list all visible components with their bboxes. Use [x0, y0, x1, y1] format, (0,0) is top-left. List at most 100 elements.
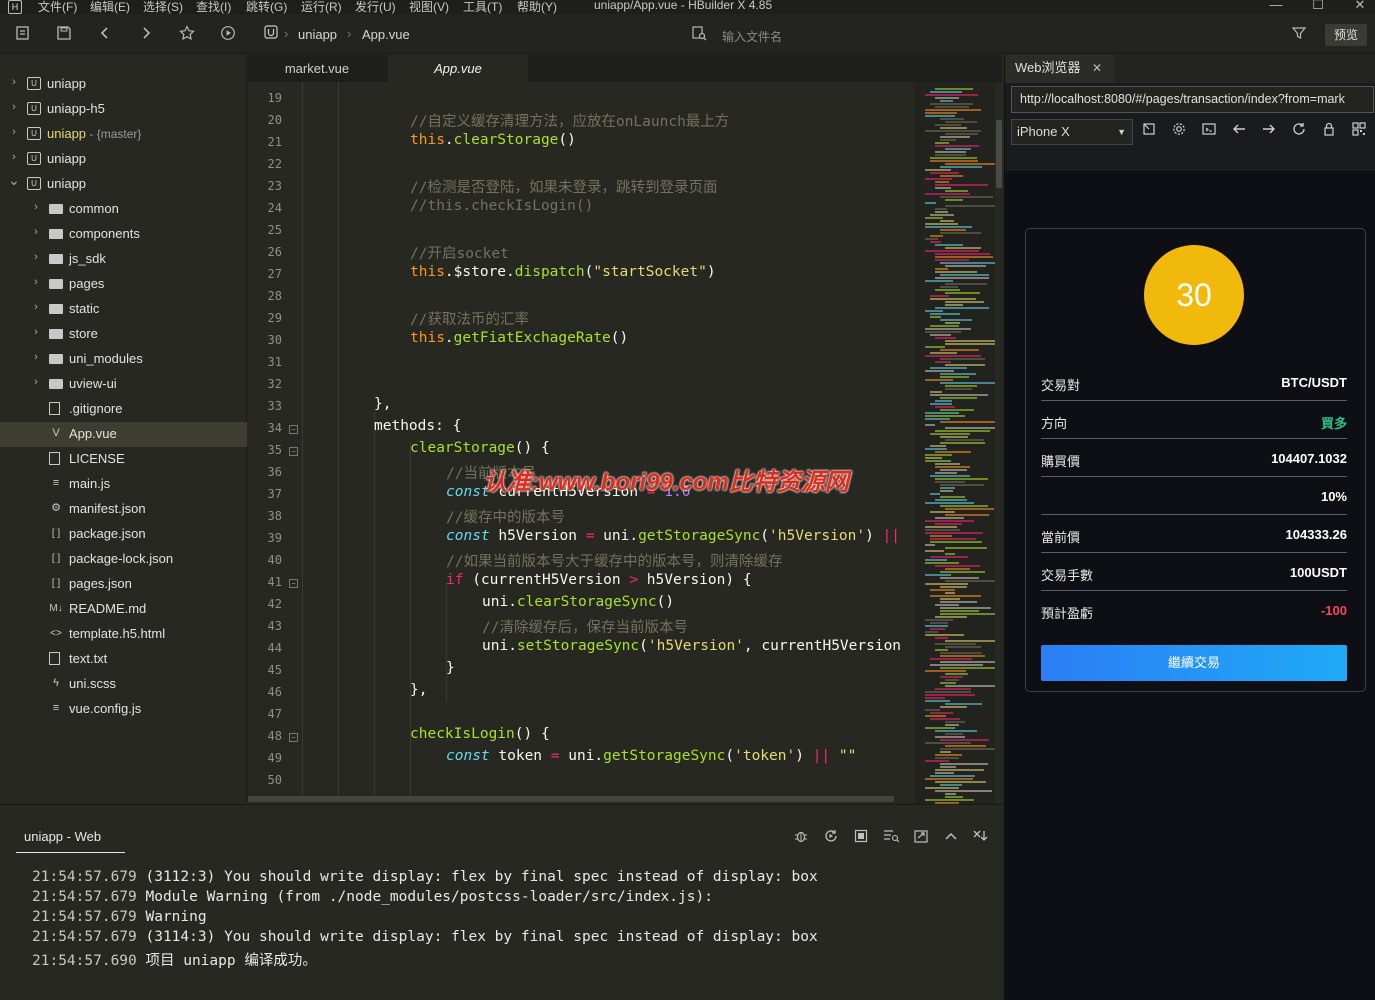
- code-line[interactable]: },: [410, 682, 427, 698]
- chevron-right-icon[interactable]: ›: [30, 276, 42, 288]
- minimize-icon[interactable]: —: [1266, 0, 1286, 12]
- export-icon[interactable]: [912, 829, 930, 847]
- code-line[interactable]: //清除缓存后，保存当前版本号: [482, 616, 688, 637]
- code-line[interactable]: this.getFiatExchageRate(): [410, 330, 628, 346]
- rotate-icon[interactable]: [1139, 121, 1159, 141]
- scrollbar-thumb[interactable]: [248, 796, 894, 802]
- save-icon[interactable]: [55, 25, 73, 43]
- sidebar-item-static[interactable]: › static: [0, 297, 247, 322]
- breadcrumb-file[interactable]: App.vue: [362, 27, 410, 42]
- device-select[interactable]: iPhone X ▼: [1011, 119, 1133, 145]
- menu-goto[interactable]: 跳转(G): [246, 0, 287, 15]
- code-line[interactable]: methods: {: [374, 418, 461, 434]
- code-line[interactable]: uni.clearStorageSync(): [482, 594, 674, 610]
- fold-toggle-icon[interactable]: −: [289, 579, 298, 588]
- menu-edit[interactable]: 编辑(E): [90, 0, 130, 15]
- continue-trade-button[interactable]: 繼續交易: [1041, 645, 1347, 681]
- sidebar-item-store[interactable]: › store: [0, 322, 247, 347]
- code-line[interactable]: const token = uni.getStorageSync('token'…: [446, 748, 856, 764]
- sidebar-item-uniapp-h5[interactable]: › Uuniapp-h5: [0, 97, 247, 122]
- sidebar-item-common[interactable]: › common: [0, 197, 247, 222]
- close-console-icon[interactable]: [972, 829, 990, 847]
- menu-select[interactable]: 选择(S): [143, 0, 183, 15]
- menu-find[interactable]: 查找(I): [196, 0, 231, 15]
- sidebar-item-components[interactable]: › components: [0, 222, 247, 247]
- chevron-right-icon[interactable]: ›: [30, 326, 42, 338]
- fold-toggle-icon[interactable]: −: [289, 425, 298, 434]
- tab-market-vue[interactable]: market.vue: [248, 55, 386, 82]
- sidebar-item-readme-md[interactable]: M↓ README.md: [0, 597, 247, 622]
- code-line[interactable]: clearStorage() {: [410, 440, 550, 456]
- sidebar-item-gitignore[interactable]: .gitignore: [0, 397, 247, 422]
- sidebar-item-pages-json[interactable]: [ ] pages.json: [0, 572, 247, 597]
- code-editor[interactable]: 19 20 21 22 23 24 25 26 27 28 29 30 31 32 33 34−35−36 37…: [248, 82, 914, 795]
- sidebar-item-app-vue[interactable]: V App.vue: [0, 422, 247, 447]
- chevron-right-icon[interactable]: ›: [30, 251, 42, 263]
- menu-view[interactable]: 视图(V): [409, 0, 449, 15]
- sidebar-item-package-lock-json[interactable]: [ ] package-lock.json: [0, 547, 247, 572]
- fold-toggle-icon[interactable]: −: [289, 447, 298, 456]
- sidebar-item-uni-modules[interactable]: › uni_modules: [0, 347, 247, 372]
- sidebar-item-uniapp[interactable]: › Uuniapp: [0, 72, 247, 97]
- chevron-right-icon[interactable]: ›: [30, 226, 42, 238]
- code-line[interactable]: if (currentH5Version > h5Version) {: [446, 572, 752, 588]
- sidebar-item-package-json[interactable]: [ ] package.json: [0, 522, 247, 547]
- code-line[interactable]: },: [374, 396, 391, 412]
- sidebar-item-main-js[interactable]: ≡ main.js: [0, 472, 247, 497]
- devtools-icon[interactable]: [1199, 121, 1219, 141]
- code-minimap[interactable]: [915, 82, 1002, 807]
- code-line[interactable]: //获取法币的汇率: [410, 308, 529, 329]
- preview-button[interactable]: 预览: [1325, 24, 1367, 46]
- editor-horizontal-scrollbar[interactable]: [248, 795, 914, 804]
- code-line[interactable]: //检测是否登陆，如果未登录，跳转到登录页面: [410, 176, 717, 197]
- scrollbar-thumb[interactable]: [996, 120, 1002, 188]
- back-icon[interactable]: [1229, 121, 1249, 141]
- sidebar-item-manifest-json[interactable]: ⚙ manifest.json: [0, 497, 247, 522]
- tab-web-browser[interactable]: Web浏览器 ✕: [1005, 55, 1115, 83]
- code-line[interactable]: this.clearStorage(): [410, 132, 576, 148]
- sidebar-item-text-txt[interactable]: text.txt: [0, 647, 247, 672]
- code-line[interactable]: const h5Version = uni.getStorageSync('h5…: [446, 528, 900, 544]
- file-search-input[interactable]: 输入文件名: [722, 28, 782, 45]
- forward-icon[interactable]: [1259, 121, 1279, 141]
- code-line[interactable]: uni.setStorageSync('h5Version', currentH…: [482, 638, 901, 654]
- code-line[interactable]: //自定义缓存清理方法，应放在onLaunch最上方: [410, 110, 729, 131]
- menu-run[interactable]: 运行(R): [301, 0, 342, 15]
- code-line[interactable]: //缓存中的版本号: [446, 506, 565, 527]
- reload-icon[interactable]: [822, 829, 840, 847]
- editor-vertical-scrollbar[interactable]: [995, 82, 1003, 804]
- sidebar-item-uniapp[interactable]: › Uuniapp: [0, 147, 247, 172]
- tab-app-vue[interactable]: App.vue: [388, 55, 528, 82]
- stop-icon[interactable]: [852, 829, 870, 847]
- url-input[interactable]: http://localhost:8080/#/pages/transactio…: [1011, 86, 1374, 113]
- collapse-up-icon[interactable]: [942, 829, 960, 847]
- code-line[interactable]: checkIsLogin() {: [410, 726, 550, 742]
- maximize-icon[interactable]: ☐: [1308, 0, 1328, 13]
- sidebar-item-js-sdk[interactable]: › js_sdk: [0, 247, 247, 272]
- settings-icon[interactable]: [1169, 121, 1189, 141]
- lock-icon[interactable]: [1319, 121, 1339, 141]
- close-window-icon[interactable]: ✕: [1350, 0, 1370, 13]
- code-line[interactable]: this.$store.dispatch("startSocket"): [410, 264, 716, 280]
- chevron-right-icon[interactable]: ›: [30, 376, 42, 388]
- code-line[interactable]: //开启socket: [410, 242, 509, 263]
- chevron-down-icon[interactable]: ⌄: [8, 172, 20, 189]
- breadcrumb-project[interactable]: uniapp: [298, 27, 337, 42]
- menu-tools[interactable]: 工具(T): [463, 0, 502, 15]
- code-line[interactable]: //如果当前版本号大于缓存中的版本号，则清除缓存: [446, 550, 782, 571]
- sidebar-item-uniapp[interactable]: › Uuniapp - {master}: [0, 122, 247, 147]
- chevron-right-icon[interactable]: ›: [8, 76, 20, 88]
- star-icon[interactable]: [178, 25, 196, 43]
- menu-publish[interactable]: 发行(U): [355, 0, 396, 15]
- chevron-right-icon[interactable]: ›: [30, 301, 42, 313]
- filter-icon[interactable]: [1290, 25, 1308, 43]
- sidebar-item-uni-scss[interactable]: ϟ uni.scss: [0, 672, 247, 697]
- reload-icon[interactable]: [1289, 121, 1309, 141]
- sidebar-item-pages[interactable]: › pages: [0, 272, 247, 297]
- forward-icon[interactable]: [137, 25, 155, 43]
- code-line[interactable]: //this.checkIsLogin(): [410, 198, 593, 214]
- menu-help[interactable]: 帮助(Y): [517, 0, 557, 15]
- debug-icon[interactable]: [792, 829, 810, 847]
- chevron-right-icon[interactable]: ›: [8, 151, 20, 163]
- console-tab[interactable]: uniapp - Web: [16, 829, 126, 853]
